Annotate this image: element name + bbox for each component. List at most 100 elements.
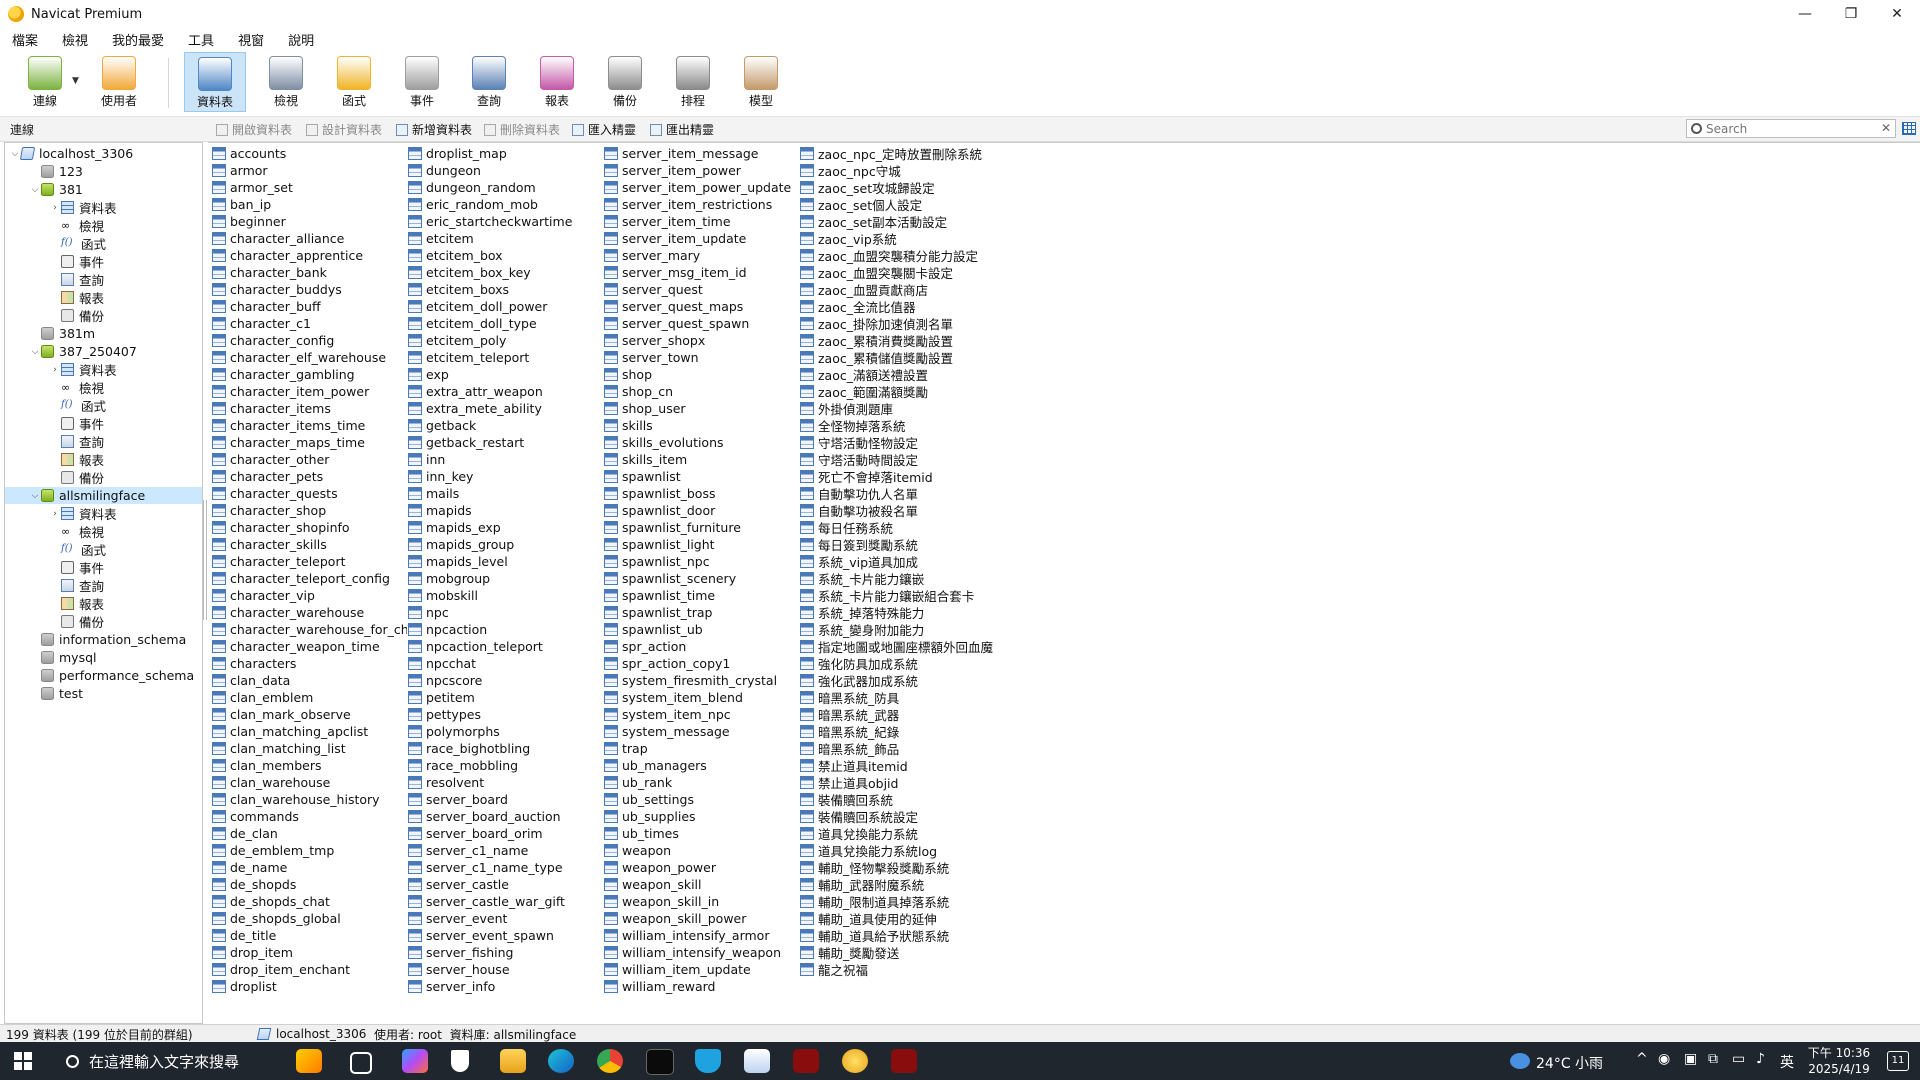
table-item[interactable]: eric_startcheckwartime [408,213,603,230]
table-item[interactable]: clan_matching_apclist [212,723,407,740]
table-item[interactable]: character_shopinfo [212,519,407,536]
table-item[interactable]: character_shop [212,502,407,519]
table-item[interactable]: character_buddys [212,281,407,298]
tree-node[interactable]: 報表 [5,289,202,306]
function-button[interactable]: 函式 [323,52,385,112]
table-item[interactable]: ban_ip [212,196,407,213]
table-item[interactable]: character_teleport_config [212,570,407,587]
table-item[interactable]: 死亡不會掉落itemid [800,468,995,485]
table-item[interactable]: 系統_卡片能力鑲嵌組合套卡 [800,587,995,604]
table-item[interactable]: de_name [212,859,407,876]
table-item[interactable]: character_bank [212,264,407,281]
tree-node[interactable]: ∞ 檢視 [5,379,202,396]
table-item[interactable]: 龍之祝福 [800,961,995,978]
table-item[interactable]: pettypes [408,706,603,723]
table-item[interactable]: de_shopds [212,876,407,893]
expand-arrow-right-icon[interactable]: › [49,365,61,375]
table-item[interactable]: server_castle_war_gift [408,893,603,910]
edge-icon[interactable] [548,1049,574,1073]
table-item[interactable]: spr_action_copy1 [604,655,799,672]
tree-node[interactable]: f() 函式 [5,235,202,252]
delete-table-button[interactable]: 刪除資料表 [484,121,560,138]
schedule-button[interactable]: 排程 [662,52,724,112]
table-item[interactable]: zaoc_vip系統 [800,230,995,247]
table-item[interactable]: zaoc_set副本活動設定 [800,213,995,230]
tree-node[interactable]: f() 函式 [5,541,202,558]
menu-view[interactable]: 檢視 [50,30,100,49]
table-item[interactable]: clan_members [212,757,407,774]
pane-splitter[interactable] [203,500,207,620]
tree-node[interactable]: 報表 [5,595,202,612]
table-item[interactable]: 道具兌換能力系統 [800,825,995,842]
table-item[interactable]: shop [604,366,799,383]
tree-node[interactable]: f() 函式 [5,397,202,414]
table-item[interactable]: mobskill [408,587,603,604]
table-item[interactable]: spr_action [604,638,799,655]
table-item[interactable]: armor [212,162,407,179]
table-item[interactable]: accounts [212,145,407,162]
table-item[interactable]: 暗黑系統_紀錄 [800,723,995,740]
table-item[interactable]: server_quest_maps [604,298,799,315]
table-item[interactable]: william_intensify_armor [604,927,799,944]
table-item[interactable]: 道具兌換能力系統log [800,842,995,859]
table-item[interactable]: spawnlist_door [604,502,799,519]
menu-favorites[interactable]: 我的最愛 [100,30,176,49]
table-item[interactable]: weapon_skill [604,876,799,893]
tree-node[interactable]: test [5,685,202,702]
tree-node[interactable]: 查詢 [5,271,202,288]
table-item[interactable]: race_bighotbling [408,740,603,757]
table-item[interactable]: 裝備贖回系統 [800,791,995,808]
table-item[interactable]: etcitem [408,230,603,247]
table-item[interactable]: character_apprentice [212,247,407,264]
table-item[interactable]: character_warehouse [212,604,407,621]
table-item[interactable]: 全怪物掉落系統 [800,417,995,434]
weather-text[interactable]: 24°C 小雨 [1536,1053,1603,1073]
table-item[interactable]: zaoc_血盟貢獻商店 [800,281,995,298]
expand-arrow-down-icon[interactable]: ⌵ [29,347,41,357]
table-item[interactable]: server_board_auction [408,808,603,825]
table-item[interactable]: server_mary [604,247,799,264]
table-item[interactable]: drop_item [212,944,407,961]
table-item[interactable]: etcitem_box_key [408,264,603,281]
table-item[interactable]: server_castle [408,876,603,893]
table-item[interactable]: npcchat [408,655,603,672]
table-item[interactable]: 守塔活動怪物設定 [800,434,995,451]
table-item[interactable]: server_town [604,349,799,366]
table-item[interactable]: 系統_卡片能力鑲嵌 [800,570,995,587]
user-button[interactable]: 使用者 [88,52,150,112]
search-box[interactable]: ✕ [1686,119,1896,138]
table-item[interactable]: ub_settings [604,791,799,808]
chrome-icon[interactable] [597,1049,623,1073]
table-item[interactable]: system_message [604,723,799,740]
table-item[interactable]: zaoc_npc守城 [800,162,995,179]
report-button[interactable]: 報表 [526,52,588,112]
tree-node[interactable]: 123 [5,163,202,180]
table-item[interactable]: character_quests [212,485,407,502]
table-item[interactable]: zaoc_set攻城歸設定 [800,179,995,196]
table-item[interactable]: getback_restart [408,434,603,451]
table-item[interactable]: shop_user [604,400,799,417]
table-item[interactable]: clan_mark_observe [212,706,407,723]
menu-tools[interactable]: 工具 [176,30,226,49]
table-item[interactable]: zaoc_全流比值器 [800,298,995,315]
table-item[interactable]: extra_attr_weapon [408,383,603,400]
table-item[interactable]: beginner [212,213,407,230]
table-item[interactable]: 輔助_怪物擊殺獎勵系統 [800,859,995,876]
tree-node[interactable]: ⌵ 387_250407 [5,343,202,360]
vpn-shield-icon[interactable] [695,1049,721,1073]
table-item[interactable]: character_buff [212,298,407,315]
table-item[interactable]: character_pets [212,468,407,485]
table-item[interactable]: etcitem_box [408,247,603,264]
tree-node[interactable]: 備份 [5,469,202,486]
table-item[interactable]: character_vip [212,587,407,604]
table-item[interactable]: server_c1_name [408,842,603,859]
design-table-button[interactable]: 設計資料表 [306,121,382,138]
table-item[interactable]: npc [408,604,603,621]
table-item[interactable]: trap [604,740,799,757]
table-item[interactable]: npcaction_teleport [408,638,603,655]
taskbar-clock[interactable]: 下午 10:36 2025/4/19 [1804,1045,1874,1077]
expand-arrow-right-icon[interactable]: › [49,203,61,213]
table-item[interactable]: petitem [408,689,603,706]
table-item[interactable]: weapon_skill_in [604,893,799,910]
table-item[interactable]: system_item_blend [604,689,799,706]
